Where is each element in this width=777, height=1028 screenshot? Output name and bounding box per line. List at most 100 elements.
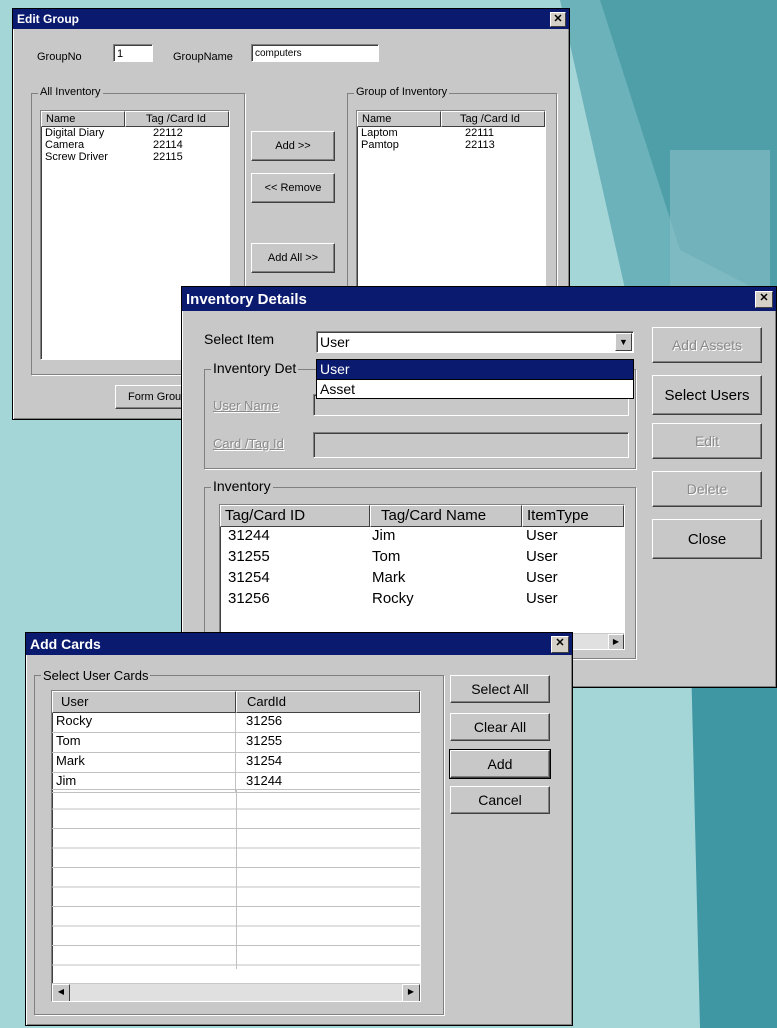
list-item[interactable]: Laptom 22111 — [357, 127, 545, 139]
item-tag: 22111 — [465, 127, 494, 139]
select-user-cards-legend: Select User Cards — [41, 668, 151, 683]
column-header-tag-card-id[interactable]: Tag /Card Id — [441, 111, 545, 127]
user-cards-header: User CardId — [52, 691, 420, 713]
item-name: Screw Driver — [45, 151, 108, 163]
cell-item-type: User — [526, 527, 558, 544]
list-item[interactable]: Camera 22114 — [41, 139, 229, 151]
column-header-item-type[interactable]: ItemType — [522, 505, 624, 527]
group-inventory-header: Name Tag /Card Id — [357, 111, 545, 127]
user-cards-list[interactable]: User CardId Rocky 31256 Tom 31255 Mark 3125… — [51, 690, 421, 1002]
add-cards-titlebar[interactable]: Add Cards ✕ — [26, 633, 572, 655]
column-header-user[interactable]: User — [52, 691, 236, 713]
cell-tag-name: Rocky — [372, 590, 414, 607]
inventory-details-window: Inventory Details ✕ Select Item User ▼ I… — [181, 286, 777, 688]
column-header-card-id[interactable]: CardId — [236, 691, 420, 713]
table-row[interactable]: 31255 Tom User — [220, 548, 624, 569]
column-header-tag-card-name[interactable]: Tag/Card Name — [370, 505, 522, 527]
cell-tag-id: 31255 — [228, 548, 270, 565]
user-cards-hscroll[interactable]: ◀ ▶ — [52, 983, 420, 1001]
dropdown-option-asset[interactable]: Asset — [317, 379, 633, 399]
item-name: Digital Diary — [45, 127, 105, 139]
group-name-label: GroupName — [173, 51, 233, 63]
cell-tag-id: 31244 — [228, 527, 270, 544]
table-row[interactable]: Rocky 31256 — [52, 713, 420, 733]
inventory-details-titlebar[interactable]: Inventory Details ✕ — [182, 287, 776, 311]
select-item-label: Select Item — [204, 331, 275, 347]
column-header-name[interactable]: Name — [41, 111, 125, 127]
chevron-down-icon[interactable]: ▼ — [615, 333, 632, 351]
all-inventory-header: Name Tag /Card Id — [41, 111, 229, 127]
add-cards-title: Add Cards — [30, 636, 101, 652]
add-button[interactable]: Add — [449, 749, 551, 779]
scroll-left-icon[interactable]: ◀ — [52, 984, 70, 1001]
remove-button[interactable]: << Remove — [251, 173, 335, 203]
cell-tag-id: 31254 — [228, 569, 270, 586]
cell-tag-id: 31256 — [228, 590, 270, 607]
item-tag: 22112 — [153, 127, 183, 139]
select-users-button[interactable]: Select Users — [652, 375, 762, 415]
edit-group-titlebar[interactable]: Edit Group ✕ — [13, 9, 569, 29]
add-cards-close-icon[interactable]: ✕ — [551, 636, 569, 653]
clear-all-button[interactable]: Clear All — [450, 713, 550, 741]
item-name: Pamtop — [361, 139, 399, 151]
select-all-button[interactable]: Select All — [450, 675, 550, 703]
cancel-button[interactable]: Cancel — [450, 786, 550, 814]
group-inventory-group: Group of Inventory Name Tag /Card Id Lap… — [347, 86, 557, 293]
add-all-button[interactable]: Add All >> — [251, 243, 335, 273]
item-name: Camera — [45, 139, 85, 151]
table-row[interactable]: Tom 31255 — [52, 733, 420, 753]
cell-card-id: 31254 — [246, 753, 283, 768]
inventory-list[interactable]: Tag/Card ID Tag/Card Name ItemType 31244… — [219, 504, 625, 650]
table-row[interactable]: Mark 31254 — [52, 753, 420, 773]
cell-user: Mark — [52, 753, 236, 772]
add-assets-button[interactable]: Add Assets — [652, 327, 762, 363]
cell-card-id: 31256 — [246, 713, 283, 728]
select-item-combobox[interactable]: User ▼ — [316, 331, 634, 353]
list-item[interactable]: Digital Diary 22112 — [41, 127, 229, 139]
inventory-legend: Inventory — [211, 478, 273, 494]
cell-item-type: User — [526, 590, 558, 607]
dropdown-option-user[interactable]: User — [317, 360, 633, 379]
scroll-right-icon[interactable]: ▶ — [608, 634, 624, 649]
item-tag: 22114 — [153, 139, 183, 151]
cell-item-type: User — [526, 548, 558, 565]
user-name-label: User Name — [213, 398, 279, 413]
select-item-value: User — [320, 334, 350, 350]
list-item[interactable]: Screw Driver 22115 — [41, 151, 229, 163]
group-no-input[interactable]: 1 — [113, 44, 153, 62]
cell-tag-name: Jim — [372, 527, 396, 544]
inventory-details-legend: Inventory Det — [211, 360, 299, 376]
add-cards-window: Add Cards ✕ Select User Cards User CardI… — [25, 632, 573, 1026]
group-inventory-legend: Group of Inventory — [354, 86, 450, 98]
table-row[interactable]: 31256 Rocky User — [220, 590, 624, 611]
card-tag-input — [313, 432, 629, 458]
select-item-dropdown[interactable]: User Asset — [316, 359, 634, 399]
cell-tag-name: Mark — [372, 569, 406, 586]
group-name-input[interactable]: computers — [251, 44, 379, 62]
edit-group-close-icon[interactable]: ✕ — [550, 12, 566, 27]
close-button[interactable]: Close — [652, 519, 762, 559]
cell-tag-name: Tom — [372, 548, 401, 565]
cell-card-id: 31255 — [246, 733, 283, 748]
cell-item-type: User — [526, 569, 558, 586]
inventory-header: Tag/Card ID Tag/Card Name ItemType — [220, 505, 624, 527]
card-tag-label: Card /Tag Id — [213, 436, 284, 451]
cell-user: Rocky — [52, 713, 236, 732]
add-button[interactable]: Add >> — [251, 131, 335, 161]
list-item[interactable]: Pamtop 22113 — [357, 139, 545, 151]
edit-group-title: Edit Group — [17, 12, 79, 26]
inventory-details-close-icon[interactable]: ✕ — [755, 291, 773, 308]
table-row[interactable]: 31254 Mark User — [220, 569, 624, 590]
group-no-label: GroupNo — [37, 51, 82, 63]
delete-button[interactable]: Delete — [652, 471, 762, 507]
empty-grid-rows — [52, 789, 420, 969]
table-row[interactable]: 31244 Jim User — [220, 527, 624, 548]
column-header-name[interactable]: Name — [357, 111, 441, 127]
column-header-tag-card-id[interactable]: Tag /Card Id — [125, 111, 229, 127]
column-header-tag-card-id[interactable]: Tag/Card ID — [220, 505, 370, 527]
item-name: Laptom — [361, 127, 398, 139]
scroll-right-icon[interactable]: ▶ — [402, 984, 420, 1001]
all-inventory-legend: All Inventory — [38, 86, 103, 98]
group-inventory-list[interactable]: Name Tag /Card Id Laptom 22111 Pamtop 2211… — [356, 110, 546, 290]
edit-button[interactable]: Edit — [652, 423, 762, 459]
